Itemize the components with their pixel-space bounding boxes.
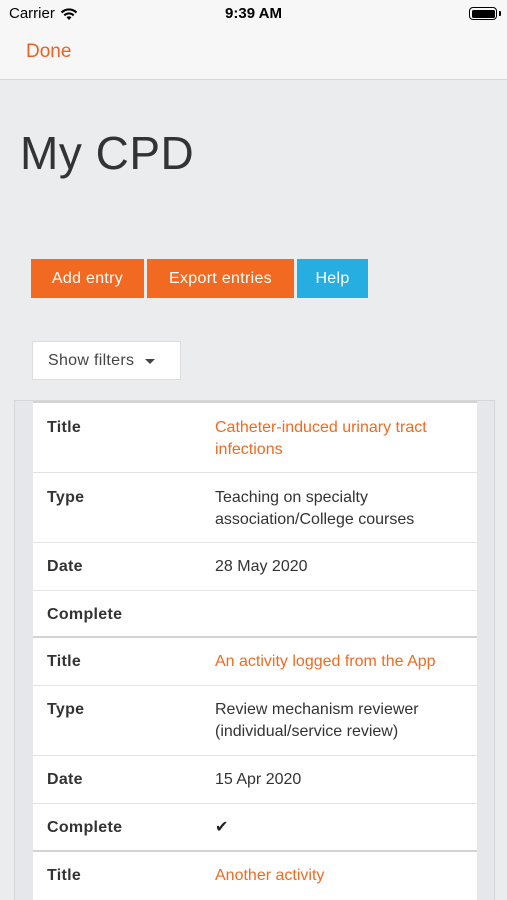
show-filters-label: Show filters: [48, 351, 135, 369]
help-button[interactable]: Help: [297, 259, 368, 298]
action-buttons: Add entry Export entries Help: [31, 259, 368, 298]
entry-type-row: Type Review mechanism reviewer (individu…: [33, 686, 477, 756]
cpd-entry-card: Title Catheter-induced urinary tract inf…: [33, 401, 477, 637]
cpd-entry-card: Title Another activity: [33, 850, 477, 900]
entry-complete-row: Complete ✔: [33, 804, 477, 850]
complete-label: Complete: [47, 606, 123, 623]
page-title: My CPD: [20, 127, 195, 179]
cpd-entry-card: Title An activity logged from the App Ty…: [33, 636, 477, 850]
date-label: Date: [47, 558, 83, 575]
title-label: Title: [47, 653, 82, 670]
entry-type-value: Teaching on specialty association/Colleg…: [215, 489, 415, 528]
battery-cap: [499, 11, 501, 16]
entry-date-value: 15 Apr 2020: [215, 771, 302, 788]
type-label: Type: [47, 701, 85, 718]
entry-type-row: Type Teaching on specialty association/C…: [33, 473, 477, 543]
caret-down-icon: [145, 359, 156, 364]
export-entries-button[interactable]: Export entries: [147, 259, 294, 298]
status-bar: Carrier 9:39 AM: [0, 0, 507, 28]
entry-date-row: Date 28 May 2020: [33, 543, 477, 591]
entry-title-row: Title An activity logged from the App: [33, 638, 477, 686]
add-entry-button[interactable]: Add entry: [31, 259, 144, 298]
entry-title-link[interactable]: Catheter-induced urinary tract infection…: [215, 417, 465, 461]
entry-date-row: Date 15 Apr 2020: [33, 756, 477, 804]
navigation-bar: Done: [0, 28, 507, 80]
entry-title-link[interactable]: Another activity: [215, 865, 465, 887]
entry-title-row: Title Catheter-induced urinary tract inf…: [33, 403, 477, 473]
done-button[interactable]: Done: [26, 41, 71, 63]
title-label: Title: [47, 867, 82, 884]
entry-date-value: 28 May 2020: [215, 558, 308, 575]
date-label: Date: [47, 771, 83, 788]
complete-label: Complete: [47, 819, 123, 836]
entry-title-row: Title Another activity: [33, 852, 477, 900]
title-label: Title: [47, 419, 82, 436]
show-filters-dropdown[interactable]: Show filters: [32, 341, 181, 380]
battery-icon: [469, 7, 497, 20]
clock: 9:39 AM: [225, 5, 282, 22]
type-label: Type: [47, 489, 85, 506]
entry-complete-row: Complete: [33, 591, 477, 637]
entry-title-link[interactable]: An activity logged from the App: [215, 651, 465, 673]
entry-type-value: Review mechanism reviewer (individual/se…: [215, 701, 419, 740]
checkmark-icon: ✔: [215, 819, 229, 836]
cpd-entries-list: Title Catheter-induced urinary tract inf…: [14, 400, 495, 900]
